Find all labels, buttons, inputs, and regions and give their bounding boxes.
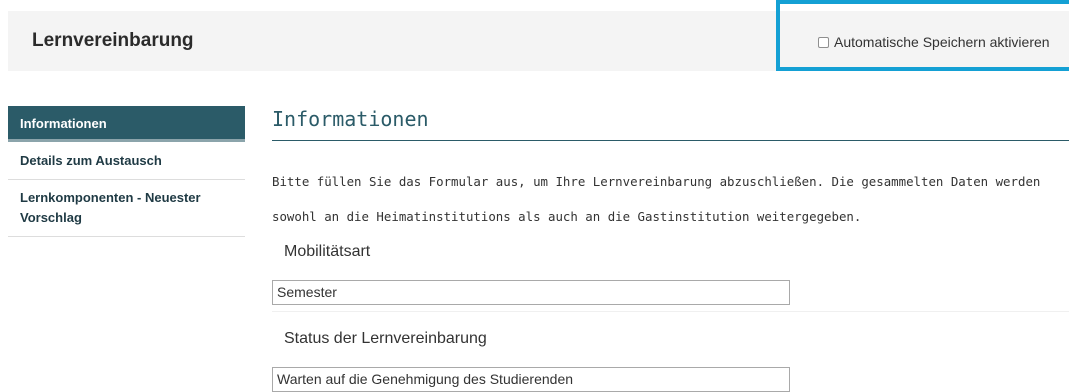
mobility-type-label: Mobilitätsart [284, 243, 371, 260]
agreement-status-label: Status der Lernvereinbarung [284, 330, 487, 347]
autosave-label: Automatische Speichern aktivieren [834, 34, 1050, 50]
autosave-checkbox[interactable] [818, 36, 829, 48]
sidebar-item-label: Details zum Austausch [20, 153, 162, 168]
sidebar-item-label: Informationen [20, 116, 107, 131]
sidebar-item-label: Lernkomponenten - Neuester Vorschlag [20, 190, 201, 225]
sidebar: Informationen Details zum Austausch Lern… [8, 106, 245, 237]
sidebar-item-informationen[interactable]: Informationen [8, 106, 245, 142]
mobility-type-field[interactable]: Semester [272, 280, 790, 305]
sidebar-item-details-austausch[interactable]: Details zum Austausch [8, 142, 245, 180]
page-title: Lernvereinbarung [32, 30, 194, 51]
section-title: Informationen [272, 107, 429, 131]
section-divider [272, 140, 1069, 141]
autosave-toggle[interactable]: Automatische Speichern aktivieren [818, 34, 1050, 50]
sidebar-item-lernkomponenten[interactable]: Lernkomponenten - Neuester Vorschlag [8, 180, 245, 237]
intro-text: Bitte füllen Sie das Formular aus, um Ih… [272, 174, 1041, 224]
field-divider [272, 311, 1069, 312]
agreement-status-field[interactable]: Warten auf die Genehmigung des Studieren… [272, 367, 790, 392]
